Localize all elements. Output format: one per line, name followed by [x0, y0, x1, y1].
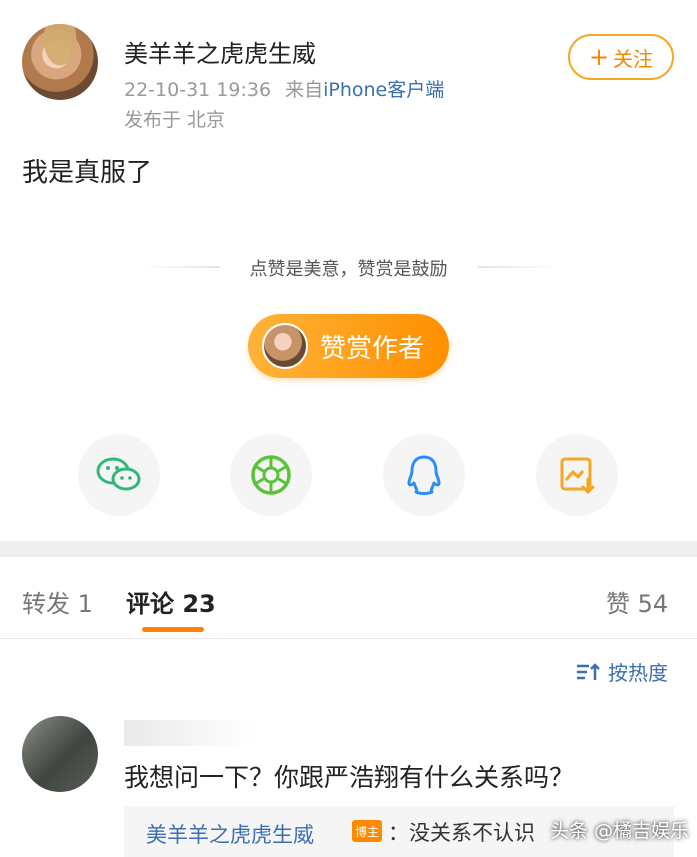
post-meta: 22-10-31 19:36 来自iPhone客户端 — [124, 75, 444, 102]
post-content: 我是真服了 — [22, 158, 153, 188]
source-prefix: 来自 — [285, 79, 324, 101]
watermark: 头条 @橘吉娱乐 — [550, 820, 690, 842]
share-qq-button[interactable] — [383, 434, 465, 516]
commenter-name-obscured — [124, 720, 254, 746]
qq-icon — [407, 455, 441, 495]
reward-author-button[interactable]: 赞赏作者 — [248, 314, 449, 378]
save-image-icon — [560, 457, 595, 495]
share-save-image-button[interactable] — [536, 434, 618, 516]
author-avatar[interactable] — [22, 24, 98, 100]
reward-button-label: 赞赏作者 — [320, 333, 425, 364]
reply-text: ：没关系不认识 — [388, 821, 535, 845]
tab-likes[interactable]: 赞 54 — [606, 584, 668, 619]
author-mini-avatar — [262, 323, 308, 369]
author-name[interactable]: 美羊羊之虎虎生威 — [124, 34, 316, 69]
tab-repost[interactable]: 转发 1 — [22, 584, 93, 619]
sort-icon — [577, 662, 600, 680]
section-separator — [0, 541, 697, 557]
tab-divider — [0, 638, 697, 639]
comment-text: 我想问一下？你跟严浩翔有什么关系吗？ — [124, 763, 575, 792]
post-time: 22-10-31 19:36 — [124, 79, 272, 101]
follow-button[interactable]: + 关注 — [568, 34, 674, 80]
share-wechat-button[interactable] — [78, 434, 160, 516]
reply-author[interactable]: 美羊羊之虎虎生威 — [146, 819, 314, 849]
share-moments-button[interactable] — [230, 434, 312, 516]
author-badge: 博主 — [352, 820, 382, 842]
sort-label: 按热度 — [608, 661, 668, 685]
wechat-icon — [96, 457, 141, 491]
plus-icon: + — [588, 43, 610, 71]
tab-comments[interactable]: 评论 23 — [126, 584, 216, 619]
sort-by-hot-button[interactable]: 按热度 — [576, 657, 668, 686]
follow-label: 关注 — [613, 46, 654, 71]
reward-tagline: 点赞是美意，赞赏是鼓励 — [249, 259, 448, 280]
moments-icon — [251, 455, 291, 495]
post-location: 发布于 北京 — [124, 109, 226, 131]
commenter-avatar[interactable] — [22, 716, 98, 792]
post-source[interactable]: iPhone客户端 — [323, 79, 444, 101]
active-tab-indicator — [142, 627, 204, 632]
